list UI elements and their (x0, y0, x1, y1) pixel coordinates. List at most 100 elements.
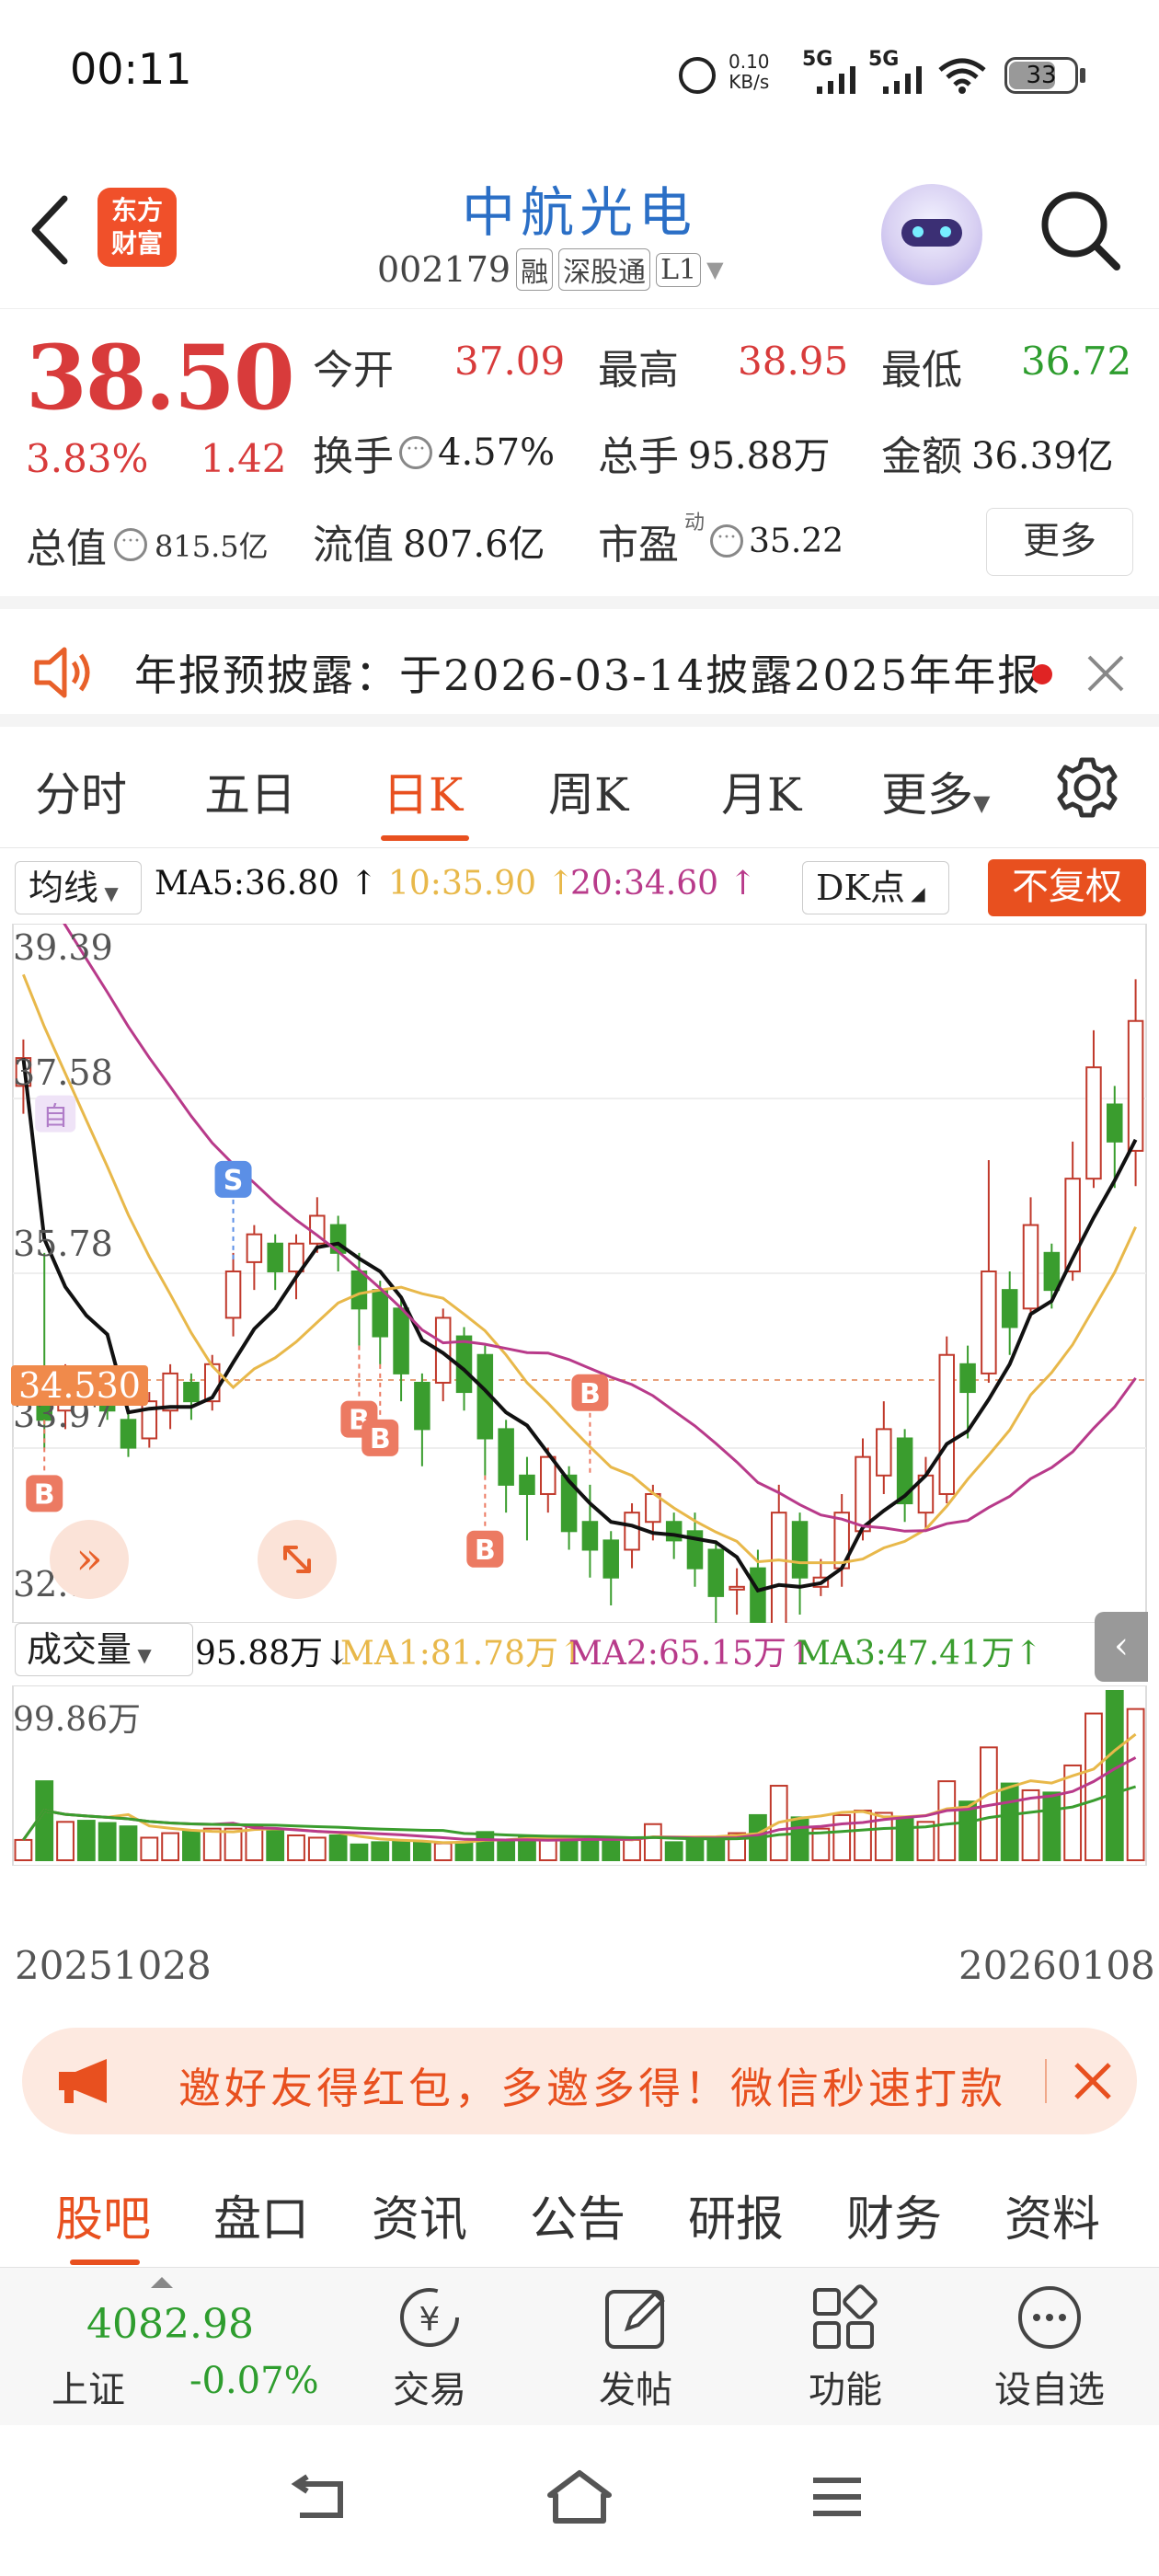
ma5-value: MA5:36.80 ↑ (155, 865, 378, 903)
float-cap: 流值 807.6亿 (313, 512, 545, 570)
signal-icon (815, 61, 861, 101)
ma5-text: MA5:36.80 (155, 865, 339, 903)
search-icon[interactable] (1038, 188, 1122, 276)
chevron-down-icon: ▼ (98, 882, 119, 904)
y-label-top: 39.39 (13, 927, 113, 968)
volume-bar-down (98, 1822, 117, 1862)
candlestick-chart[interactable]: BSBBBB自 (0, 924, 1159, 1623)
index-value: 4082.98 (86, 2301, 254, 2348)
tab-intraday[interactable]: 分时 (35, 758, 127, 824)
volume-bar-up (1063, 1764, 1083, 1861)
candle-down (959, 1363, 976, 1394)
dk-point-selector[interactable]: DK点 ◢ (802, 861, 949, 914)
vol-ma3: MA3:47.41万↑ (797, 1635, 1043, 1673)
candle-down (183, 1381, 200, 1403)
tab-research[interactable]: 研报 (688, 2180, 784, 2249)
candle-down (750, 1567, 766, 1623)
volume-bar-up (854, 1810, 872, 1862)
pe-label: 市盈 (598, 522, 679, 569)
market-cap-value: 815.5亿 (155, 529, 269, 564)
turnover: 换手 ··· 4.57% (313, 423, 555, 482)
collapse-panel-icon[interactable]: ‹ (1095, 1612, 1148, 1682)
robot-avatar-icon[interactable] (881, 184, 982, 285)
candle-up (624, 1512, 640, 1551)
adjust-button[interactable]: 不复权 (988, 859, 1146, 916)
ma10-text: 10:35.90 (388, 865, 536, 903)
amount: 金额 36.39亿 (881, 423, 1114, 482)
alarm-icon (679, 57, 716, 94)
tab-monthly-k[interactable]: 月K (721, 758, 801, 824)
more-button[interactable]: 更多 (986, 508, 1133, 576)
y-label-2: 37.58 (13, 1052, 113, 1093)
tab-more[interactable]: 更多▼ (881, 758, 990, 824)
tab-weekly-k[interactable]: 周K (548, 758, 628, 824)
ma10-value: 10:35.90 ↑ (388, 865, 575, 903)
vol-current-text: 95.88万 (195, 1635, 324, 1673)
stock-name[interactable]: 中航光电 (0, 169, 1159, 247)
candle-up (770, 1512, 787, 1623)
stock-code: 002179 (377, 249, 511, 290)
tab-daily-k[interactable]: 日K (383, 758, 463, 824)
candle-down (393, 1307, 409, 1374)
volume-selector[interactable]: 成交量 ▼ (15, 1623, 193, 1676)
stock-header: 东方 财富 中航光电 002179 融 深股通 L1 ▼ (0, 147, 1159, 309)
expand-right-icon[interactable]: » (50, 1520, 129, 1599)
close-icon[interactable] (1073, 2061, 1113, 2105)
market-cap-label: 总值 (26, 525, 107, 572)
volume: 总手 95.88万 (598, 423, 831, 482)
candle-up (162, 1372, 178, 1412)
tab-financials[interactable]: 财务 (846, 2180, 942, 2249)
menu-nav-icon[interactable] (809, 2473, 865, 2524)
post-button[interactable]: 发帖 (585, 2283, 686, 2413)
clock: 00:11 (70, 44, 192, 94)
index-quote[interactable]: 4082.98 上证 -0.07% (0, 2268, 331, 2426)
kline-chart-area: 均线 ▼ MA5:36.80 ↑ 10:35.90 ↑ 20:34.60 ↑ D… (0, 848, 1159, 2007)
add-watchlist-button[interactable]: 设自选 (990, 2283, 1109, 2413)
notice-bar[interactable]: 年报预披露：于2026-03-14披露2025年年报 (0, 596, 1159, 727)
tab-news[interactable]: 资讯 (372, 2180, 467, 2249)
dk-label: DK点 (816, 868, 905, 908)
volume-bar-down (580, 1836, 600, 1861)
info-icon[interactable]: ··· (399, 436, 432, 469)
stock-code-row[interactable]: 002179 融 深股通 L1 ▼ (377, 248, 724, 291)
yen-exchange-icon: ¥ (400, 2288, 459, 2347)
tab-five-day[interactable]: 五日 (204, 758, 296, 824)
close-icon[interactable] (1085, 653, 1126, 697)
tab-forum[interactable]: 股吧 (55, 2180, 151, 2249)
volume-chart[interactable] (0, 1685, 1159, 1866)
tab-orderbook[interactable]: 盘口 (213, 2180, 309, 2249)
info-icon[interactable]: ··· (114, 528, 147, 561)
ma20-text: 20:34.60 (570, 865, 718, 903)
index-change: -0.07% (189, 2360, 319, 2402)
volume-bar-down (328, 1834, 348, 1862)
info-icon[interactable]: ··· (710, 524, 744, 558)
date-start-label: 20251028 (15, 1943, 212, 1988)
active-tab-indicator (70, 2260, 140, 2265)
vol-ma2-text: MA2:65.15万 (568, 1635, 786, 1673)
candle-up (246, 1233, 263, 1263)
volume-bar-down (392, 1840, 410, 1861)
invite-banner[interactable]: 邀好友得红包，多邀多得！微信秒速打款 (22, 2028, 1137, 2134)
home-nav-icon[interactable] (545, 2467, 614, 2530)
date-end-label: 20260108 (958, 1943, 1155, 1988)
fullscreen-icon[interactable] (258, 1520, 337, 1599)
back-nav-icon[interactable] (287, 2471, 353, 2530)
volume-bar-down (790, 1816, 809, 1862)
chart-tabs: 分时 五日 日K 周K 月K 更多▼ (0, 727, 1159, 848)
turnover-label: 换手 (313, 433, 394, 480)
volume-bar-up (1021, 1788, 1040, 1861)
tab-announcements[interactable]: 公告 (530, 2180, 625, 2249)
candle-up (855, 1455, 871, 1533)
amount-value: 36.39亿 (971, 435, 1114, 477)
candle-down (707, 1548, 725, 1597)
trade-button[interactable]: ¥ 交易 (379, 2283, 480, 2413)
low-label: 最低 (881, 347, 962, 394)
volume-bar-down (412, 1841, 431, 1862)
ma-selector[interactable]: 均线 ▼ (15, 861, 142, 914)
volume-bar-up (623, 1838, 641, 1861)
candle-down (1043, 1251, 1061, 1292)
tab-profile[interactable]: 资料 (1004, 2180, 1100, 2249)
content-tabs: 股吧 盘口 资讯 公告 研报 财务 资料 (0, 2153, 1159, 2267)
functions-button[interactable]: 功能 (795, 2283, 896, 2413)
gear-icon[interactable] (1054, 754, 1120, 824)
